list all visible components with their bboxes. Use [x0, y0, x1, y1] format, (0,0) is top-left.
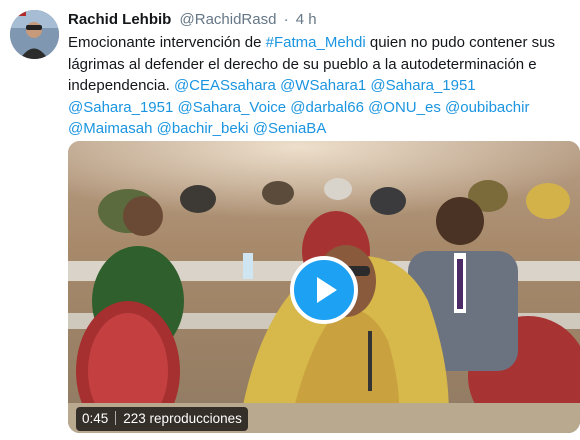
- mention-link[interactable]: @darbal66: [290, 99, 364, 116]
- mention-link[interactable]: @WSahara1: [280, 77, 366, 94]
- video-info-badge: 0:45 223 reproducciones: [76, 407, 248, 431]
- display-name[interactable]: Rachid Lehbib: [68, 11, 171, 28]
- badge-divider: [115, 411, 117, 426]
- timestamp[interactable]: 4 h: [296, 11, 317, 28]
- mention-link[interactable]: @bachir_beki: [157, 120, 249, 137]
- avatar[interactable]: [10, 10, 59, 59]
- mention-link[interactable]: @oubibachir: [445, 99, 529, 116]
- user-handle[interactable]: @RachidRasd: [180, 11, 277, 28]
- mention-link[interactable]: @Sahara_Voice: [177, 99, 286, 116]
- tweet: Rachid Lehbib @RachidRasd · 4 h Emociona…: [0, 0, 580, 440]
- video-duration: 0:45: [82, 411, 109, 426]
- mention-link[interactable]: @CEASsahara: [174, 77, 276, 94]
- view-count: 223 reproducciones: [123, 411, 242, 426]
- play-button[interactable]: [290, 256, 358, 324]
- tweet-text: Emocionante intervención de #Fatma_Mehdi…: [68, 32, 568, 140]
- mention-link[interactable]: @ONU_es: [368, 99, 441, 116]
- hashtag-link[interactable]: #Fatma_Mehdi: [266, 34, 366, 51]
- mention-link[interactable]: @Maimasah: [68, 120, 152, 137]
- tweet-text-intro: Emocionante intervención de: [68, 34, 266, 51]
- play-icon: [317, 277, 337, 303]
- mention-link[interactable]: @Sahara_1951: [68, 99, 173, 116]
- tweet-header: Rachid Lehbib @RachidRasd · 4 h: [68, 10, 317, 30]
- mention-link[interactable]: @SeniaBA: [253, 120, 327, 137]
- separator-dot: ·: [283, 11, 289, 28]
- mention-link[interactable]: @Sahara_1951: [370, 77, 475, 94]
